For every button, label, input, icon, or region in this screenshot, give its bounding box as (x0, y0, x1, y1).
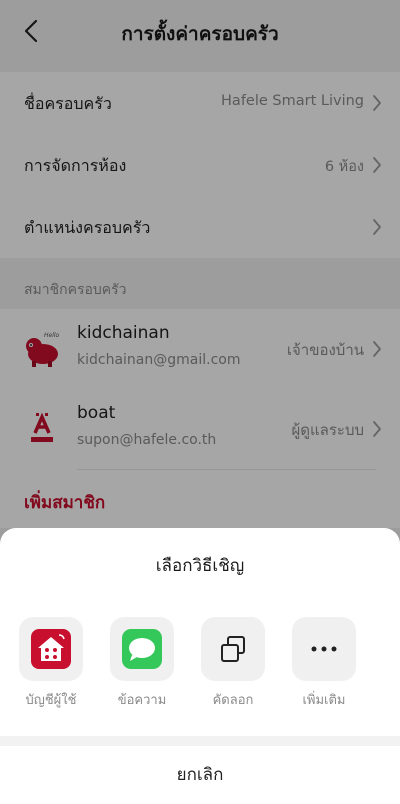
option-label: บัญชีผู้ใช้ (25, 693, 77, 708)
invite-option-message[interactable]: ข้อความ (109, 617, 175, 710)
option-tile (292, 617, 356, 681)
option-tile (19, 617, 83, 681)
option-tile (201, 617, 265, 681)
copy-icon (221, 636, 245, 662)
more-icon (311, 646, 337, 652)
option-tile (110, 617, 174, 681)
app-account-icon (31, 629, 71, 669)
option-label: ข้อความ (117, 693, 167, 708)
invite-option-more[interactable]: เพิ่มเติม (291, 617, 357, 710)
invite-method-sheet: เลือกวิธีเชิญ บัญชีผู้ใช้ ข้อความ คัดลอก… (0, 528, 400, 804)
sheet-title: เลือกวิธีเชิญ (155, 556, 245, 576)
cancel-button[interactable]: ยกเลิก (0, 746, 400, 804)
option-label: เพิ่มเติม (302, 693, 346, 708)
family-settings-screen: การตั้งค่าครอบครัว ชื่อครอบครัว Hafele S… (0, 0, 400, 804)
invite-option-account[interactable]: บัญชีผู้ใช้ (18, 617, 84, 710)
invite-option-copy[interactable]: คัดลอก (200, 617, 266, 710)
option-label: คัดลอก (212, 693, 254, 708)
sheet-divider (0, 736, 400, 746)
message-icon (122, 629, 162, 669)
